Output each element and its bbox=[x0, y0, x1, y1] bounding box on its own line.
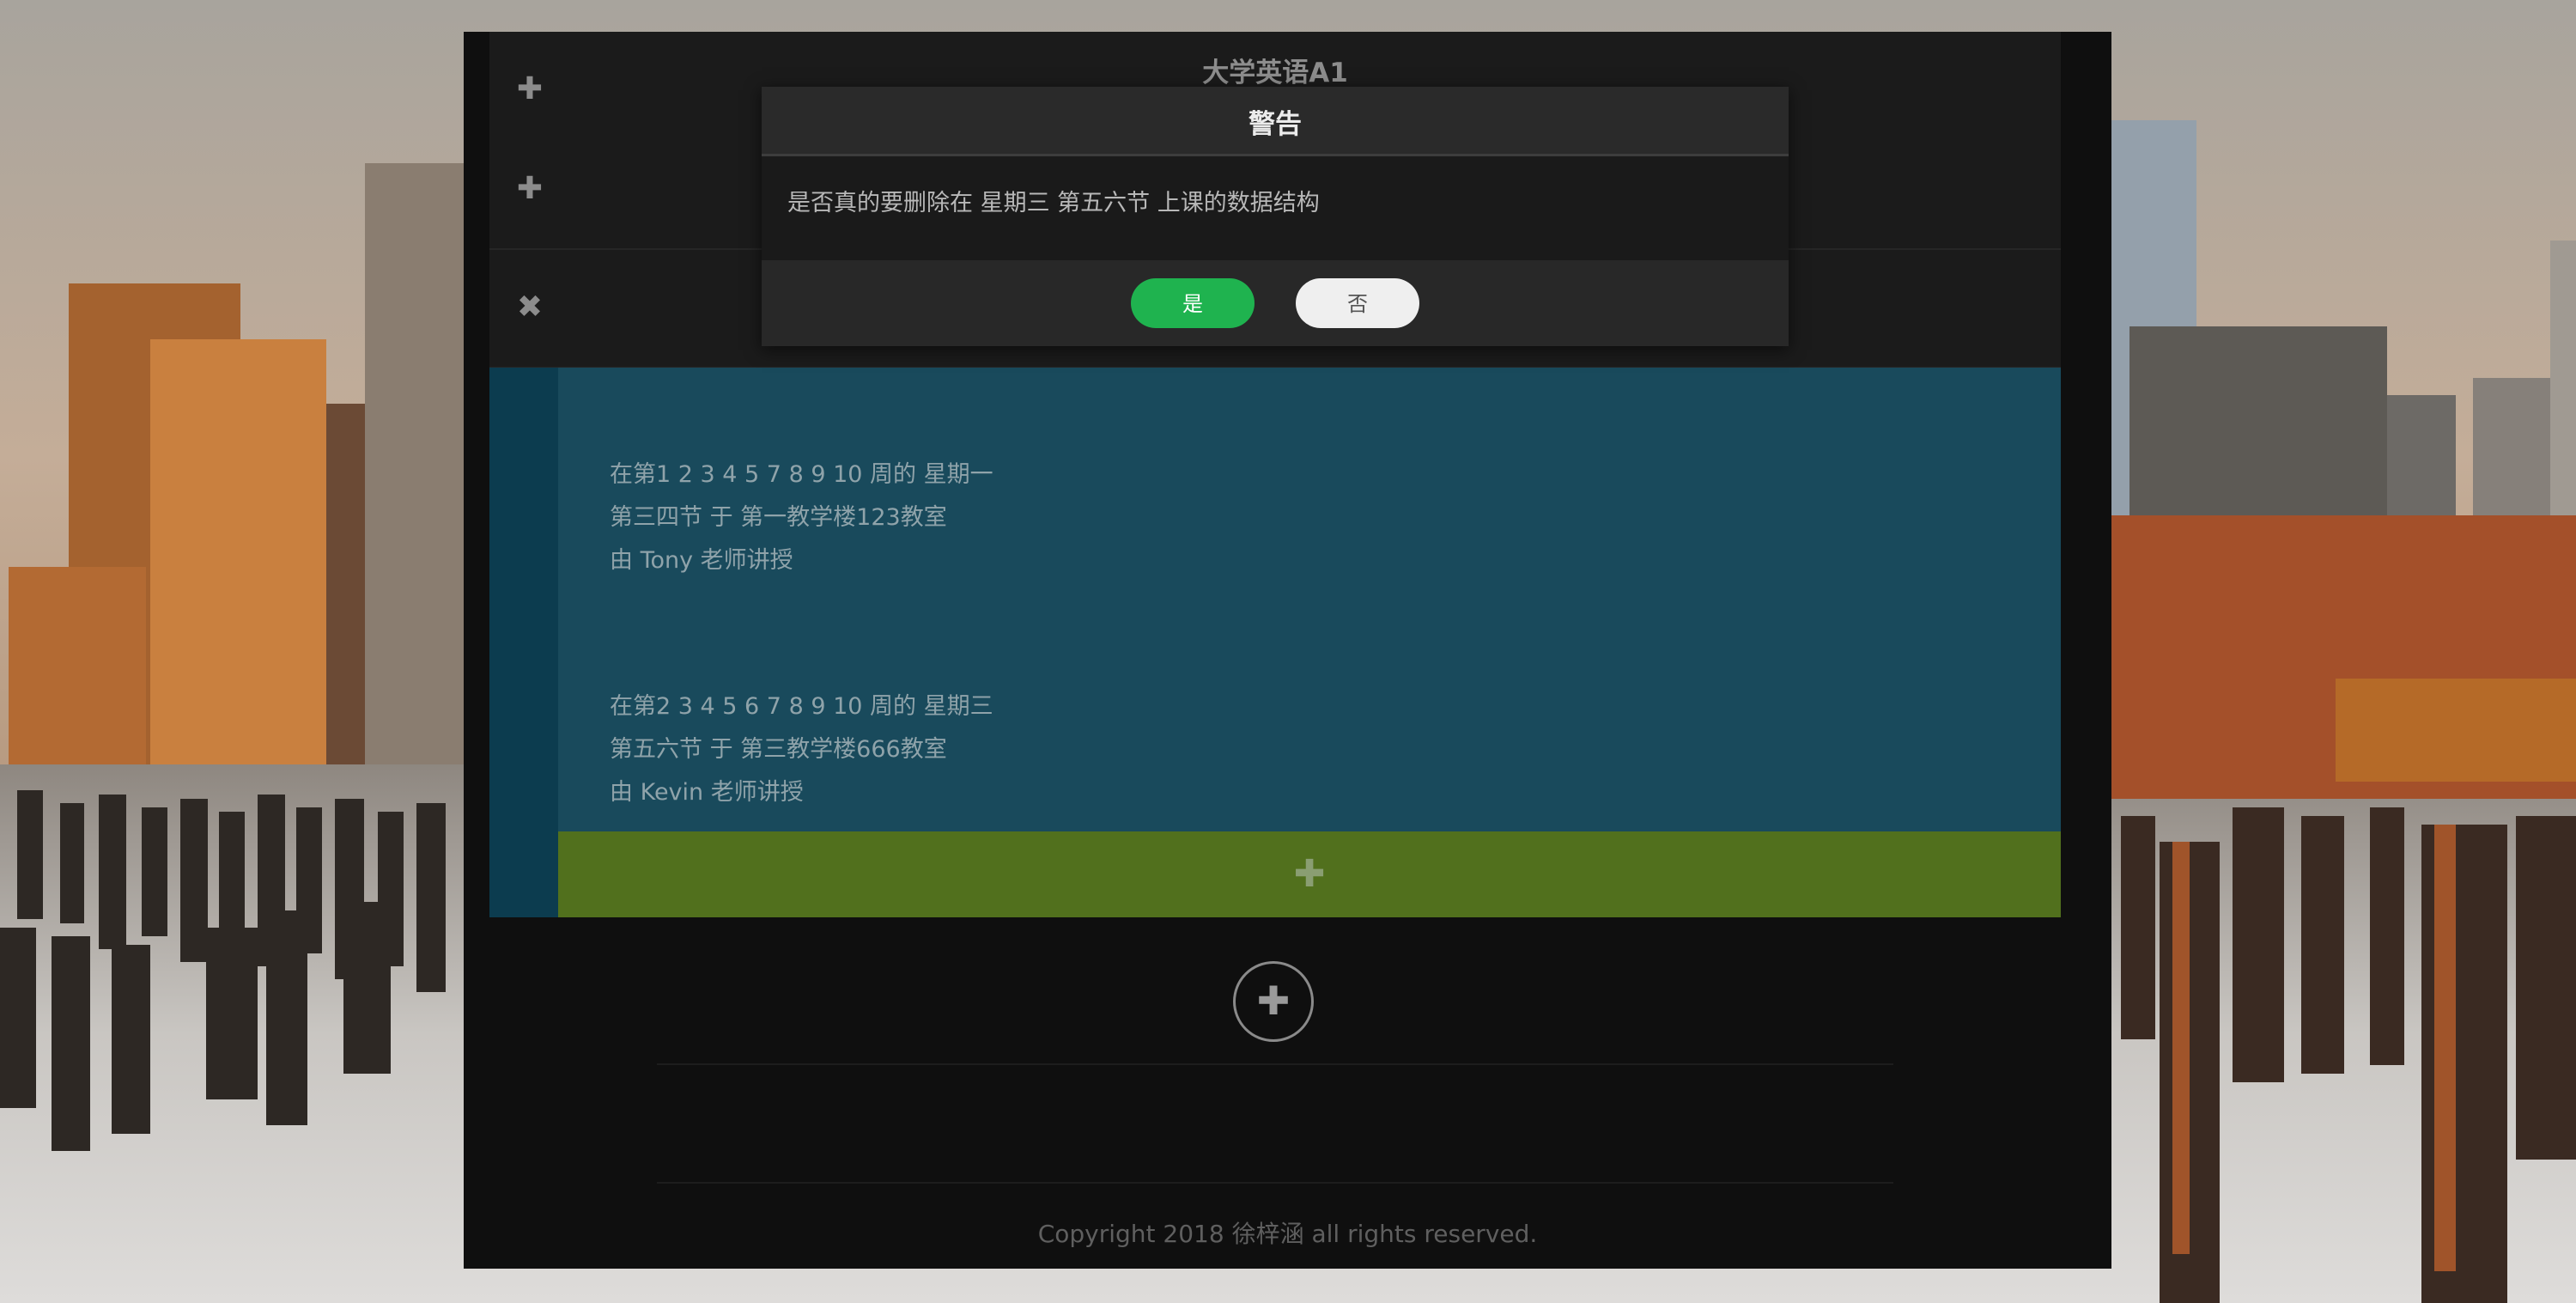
dialog-footer: 是 否 bbox=[762, 260, 1789, 346]
session-item[interactable]: 在第2 3 4 5 6 7 8 9 10 周的 星期三 第五六节 于 第三教学楼… bbox=[610, 685, 993, 814]
plus-icon: ✚ bbox=[1293, 852, 1326, 896]
dialog-title: 警告 bbox=[1249, 109, 1302, 140]
add-course-button[interactable]: ✚ bbox=[1233, 961, 1314, 1042]
plus-icon: ✚ bbox=[1256, 977, 1291, 1024]
close-icon[interactable]: ✖ bbox=[508, 286, 551, 329]
session-location: 第五六节 于 第三教学楼666教室 bbox=[610, 736, 947, 763]
add-session-button[interactable]: ✚ bbox=[558, 831, 2061, 917]
session-weeks: 在第2 3 4 5 6 7 8 9 10 周的 星期三 bbox=[610, 693, 993, 720]
session-teacher: 由 Kevin 老师讲授 bbox=[610, 779, 804, 806]
session-item[interactable]: 在第1 2 3 4 5 7 8 9 10 周的 星期一 第三四节 于 第一教学楼… bbox=[610, 454, 993, 582]
session-location: 第三四节 于 第一教学楼123教室 bbox=[610, 504, 947, 531]
course-detail: 在第1 2 3 4 5 7 8 9 10 周的 星期一 第三四节 于 第一教学楼… bbox=[489, 368, 2061, 917]
confirm-yes-button[interactable]: 是 bbox=[1131, 278, 1255, 328]
copyright-text: Copyright 2018 徐梓涵 all rights reserved. bbox=[1037, 1220, 1538, 1248]
course-title: 大学英语A1 bbox=[1202, 58, 1348, 88]
divider bbox=[657, 1063, 1893, 1065]
divider bbox=[657, 1182, 1893, 1184]
dialog-message: 是否真的要删除在 星期三 第五六节 上课的数据结构 bbox=[787, 190, 1320, 216]
warning-dialog: 警告 是否真的要删除在 星期三 第五六节 上课的数据结构 是 否 bbox=[762, 87, 1789, 346]
confirm-no-button[interactable]: 否 bbox=[1296, 278, 1419, 328]
session-weeks: 在第1 2 3 4 5 7 8 9 10 周的 星期一 bbox=[610, 461, 993, 488]
dialog-header: 警告 bbox=[762, 87, 1789, 156]
detail-sidebar bbox=[489, 368, 558, 917]
session-teacher: 由 Tony 老师讲授 bbox=[610, 547, 793, 574]
plus-icon[interactable]: ✚ bbox=[508, 167, 551, 210]
